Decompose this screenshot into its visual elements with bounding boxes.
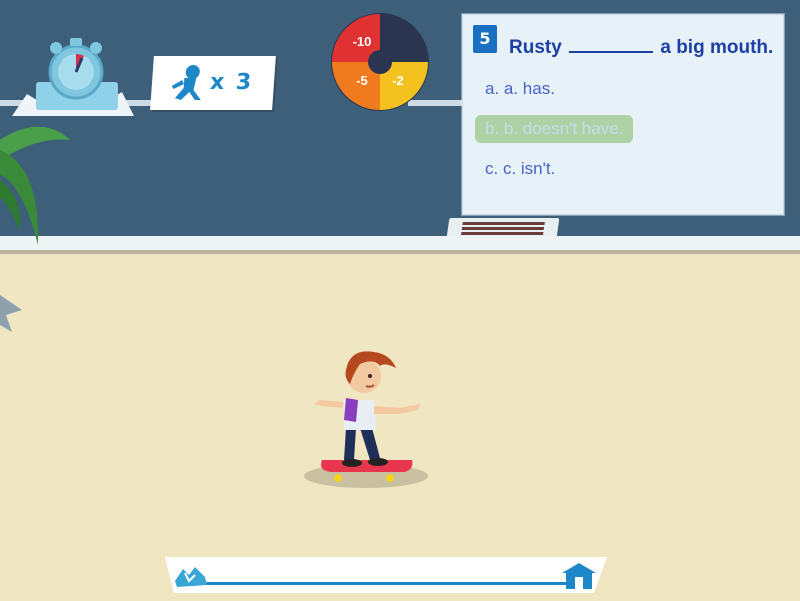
broken-ground-icon (175, 567, 207, 587)
rooftop-ledge (0, 236, 800, 250)
lives-counter: x 3 (150, 56, 276, 110)
answer-option-c[interactable]: c. c. isn't. (475, 155, 565, 183)
palm-tree-decoration (0, 126, 70, 332)
wheel-label: -5 (356, 73, 368, 88)
runner-icon (171, 65, 201, 100)
lives-count: x 3 (209, 70, 255, 95)
timer-widget (12, 32, 137, 124)
answer-option-b[interactable]: b. b. doesn't have. (475, 115, 634, 143)
wheel-label: -10 (353, 34, 372, 49)
skateboarder-character (304, 351, 428, 488)
answer-option-a[interactable]: a. a. has. (475, 75, 565, 103)
progress-background (165, 557, 607, 593)
house-icon (562, 563, 596, 589)
question-text-before: Rusty (509, 37, 562, 58)
penalty-wheel: -10 -5 -2 (331, 13, 429, 111)
progress-track (199, 582, 569, 585)
stopwatch-icon (12, 38, 134, 116)
question-text: Rusty a big mouth. (509, 37, 773, 59)
question-panel: 5 Rusty a big mouth. a. a. has. b. b. do… (462, 14, 784, 215)
level-progress-bar (165, 557, 607, 593)
answer-blank (569, 37, 654, 53)
question-number: 5 (473, 25, 497, 53)
wheel-label: -2 (392, 73, 404, 88)
roof-vent (446, 218, 560, 238)
question-text-after: a big mouth. (660, 37, 774, 58)
